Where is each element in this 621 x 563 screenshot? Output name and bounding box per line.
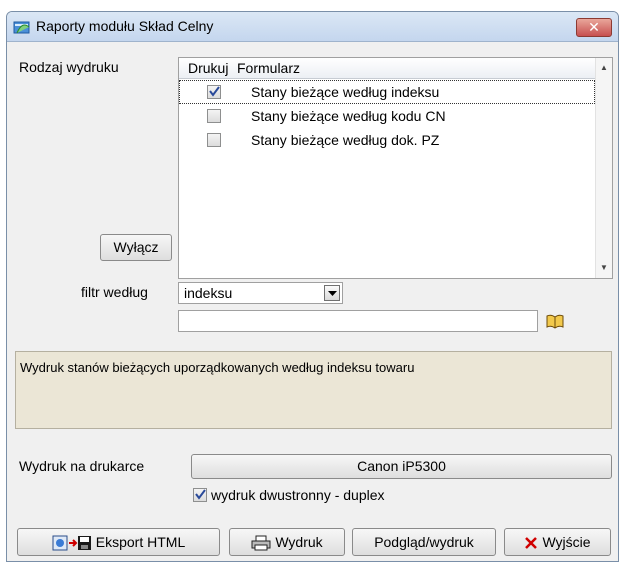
scroll-down-arrow-icon[interactable]: ▼ — [596, 260, 612, 276]
print-checkbox[interactable] — [207, 109, 221, 123]
chevron-down-icon[interactable] — [324, 285, 340, 301]
print-checkbox[interactable] — [207, 85, 221, 99]
form-name: Stany bieżące według dok. PZ — [251, 132, 440, 148]
form-name: Stany bieżące według kodu CN — [251, 108, 446, 124]
scroll-up-arrow-icon[interactable]: ▲ — [596, 60, 612, 76]
description-text: Wydruk stanów bieżących uporządkowanych … — [20, 360, 415, 375]
printer-label: Wydruk na drukarce — [19, 458, 145, 474]
open-book-icon[interactable] — [545, 313, 565, 329]
filter-select[interactable]: indeksu — [178, 282, 343, 304]
column-header-form[interactable]: Formularz — [237, 60, 300, 76]
export-html-button[interactable]: Eksport HTML — [17, 528, 220, 556]
preview-print-button[interactable]: Podgląd/wydruk — [352, 528, 496, 556]
report-type-label: Rodzaj wydruku — [19, 59, 119, 75]
printer-select-button[interactable]: Canon iP5300 — [191, 454, 612, 479]
report-list[interactable]: Drukuj Formularz Stany bieżące według in… — [178, 57, 613, 279]
report-dialog: Raporty modułu Skład Celny ✕ Rodzaj wydr… — [6, 11, 619, 562]
red-x-icon — [525, 537, 538, 550]
form-name: Stany bieżące według indeksu — [251, 84, 440, 100]
list-header: Drukuj Formularz — [179, 58, 595, 79]
export-html-label: Eksport HTML — [95, 534, 186, 550]
print-label: Wydruk — [275, 534, 323, 550]
exit-label: Wyjście — [542, 534, 591, 550]
duplex-checkbox[interactable] — [193, 488, 207, 502]
filter-input[interactable] — [178, 310, 538, 332]
list-item[interactable]: Stany bieżące według dok. PZ — [179, 128, 595, 152]
export-save-icon — [52, 535, 91, 551]
vertical-scrollbar[interactable]: ▲ ▼ — [595, 58, 612, 278]
exit-button[interactable]: Wyjście — [504, 528, 611, 556]
close-button[interactable]: ✕ — [576, 18, 612, 37]
duplex-label: wydruk dwustronny - duplex — [211, 487, 385, 503]
close-icon: ✕ — [588, 19, 600, 35]
disable-button[interactable]: Wyłącz — [100, 234, 172, 261]
column-header-print[interactable]: Drukuj — [188, 60, 228, 76]
app-window-icon — [13, 21, 30, 34]
description-panel: Wydruk stanów bieżących uporządkowanych … — [15, 351, 612, 429]
filter-selected-value: indeksu — [184, 285, 233, 301]
list-item[interactable]: Stany bieżące według indeksu — [179, 80, 595, 104]
window-title: Raporty modułu Skład Celny — [36, 18, 214, 34]
title-bar: Raporty modułu Skład Celny ✕ — [7, 12, 618, 42]
print-checkbox[interactable] — [207, 133, 221, 147]
filter-label: filtr według — [81, 284, 148, 300]
print-button[interactable]: Wydruk — [229, 528, 345, 556]
printer-icon — [251, 535, 271, 551]
list-item[interactable]: Stany bieżące według kodu CN — [179, 104, 595, 128]
